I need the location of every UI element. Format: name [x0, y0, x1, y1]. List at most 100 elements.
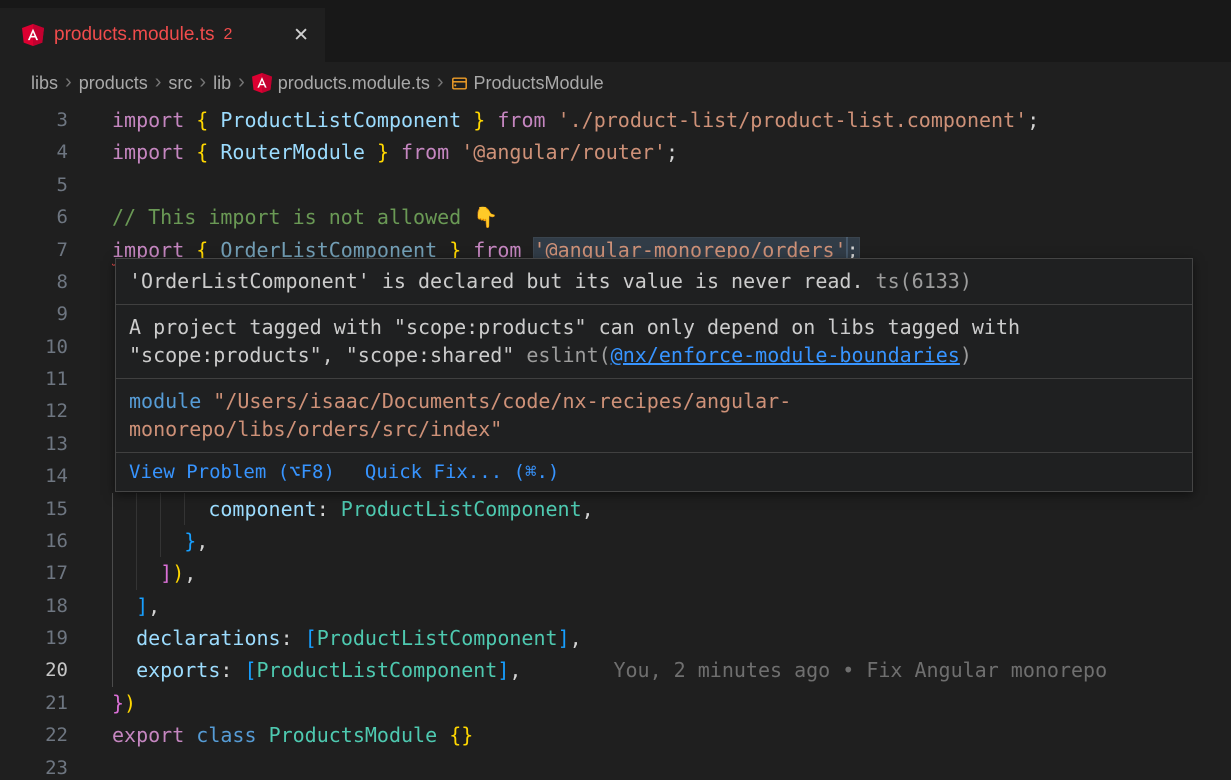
code-token: // This import is not allowed 👇: [112, 205, 498, 229]
line-number[interactable]: 12: [0, 395, 68, 427]
code-token: ProductsModule: [269, 723, 438, 747]
indent-guide: [112, 525, 113, 557]
code-token: [389, 140, 401, 164]
indent-guide: [160, 525, 161, 557]
line-number[interactable]: 6: [0, 201, 68, 233]
close-icon[interactable]: ✕: [289, 22, 313, 49]
view-problem-action[interactable]: View Problem (⌥F8): [129, 460, 335, 484]
code-editor: 3import { ProductListComponent } from '.…: [0, 104, 1231, 780]
line-number[interactable]: 9: [0, 298, 68, 330]
indent-guide: [112, 654, 113, 686]
breadcrumb-label: libs: [31, 73, 58, 94]
code-token: }: [112, 691, 124, 715]
line-number[interactable]: 22: [0, 719, 68, 751]
line-content: declarations: [ProductListComponent],: [112, 622, 1231, 654]
code-token: [: [305, 626, 317, 650]
code-line-15[interactable]: 15 component: ProductListComponent,: [0, 493, 1231, 525]
hover-text: "/Users/isaac/Documents/code/nx-recipes/…: [129, 389, 791, 442]
code-line-4[interactable]: 4 import { RouterModule } from '@angular/…: [0, 136, 1231, 168]
code-token: ,: [184, 561, 196, 585]
code-token: [437, 723, 449, 747]
hover-text: ts(6133): [864, 269, 972, 293]
code-token: '@angular/router': [461, 140, 666, 164]
code-token: ]: [497, 658, 509, 682]
indent-guide: [112, 590, 113, 622]
line-number[interactable]: 10: [0, 331, 68, 363]
vscode-window: products.module.ts 2 ✕ libs›products›src…: [0, 0, 1231, 780]
breadcrumb-item-products[interactable]: products: [74, 73, 153, 94]
code-line-16[interactable]: 16 },: [0, 525, 1231, 557]
line-number[interactable]: 14: [0, 460, 68, 492]
breadcrumb-item-libs[interactable]: libs: [26, 73, 63, 94]
line-number[interactable]: 16: [0, 525, 68, 557]
code-line-21[interactable]: 21}): [0, 687, 1231, 719]
code-line-17[interactable]: 17 ]),: [0, 557, 1231, 589]
line-content: [112, 169, 1231, 201]
hover-text: ): [960, 343, 972, 367]
code-token: {: [196, 108, 208, 132]
code-token: :: [220, 658, 232, 682]
line-content: [112, 752, 1231, 780]
code-token: [257, 723, 269, 747]
code-token: [449, 140, 461, 164]
rule-link[interactable]: @nx/enforce-module-boundaries: [611, 343, 960, 367]
quick-fix-action[interactable]: Quick Fix... (⌘.): [365, 460, 559, 484]
hover-diagnostic: A project tagged with "scope:products" c…: [116, 304, 1192, 378]
code-line-19[interactable]: 19 declarations: [ProductListComponent],: [0, 622, 1231, 654]
line-number[interactable]: 7: [0, 234, 68, 266]
tab-label: products.module.ts: [54, 24, 215, 46]
indent-guide: [112, 493, 113, 525]
code-line-22[interactable]: 22export class ProductsModule {}: [0, 719, 1231, 751]
code-token: from: [497, 108, 545, 132]
angular-icon: [252, 73, 272, 93]
line-number[interactable]: 8: [0, 266, 68, 298]
code-token: ]: [558, 626, 570, 650]
breadcrumb-item-ProductsModule[interactable]: ProductsModule: [446, 73, 609, 94]
line-number[interactable]: 20: [0, 654, 68, 686]
code-token: [112, 626, 136, 650]
code-line-3[interactable]: 3import { ProductListComponent } from '.…: [0, 104, 1231, 136]
breadcrumb-label: ProductsModule: [474, 73, 604, 94]
tab-products-module[interactable]: products.module.ts 2 ✕: [0, 8, 325, 62]
line-number[interactable]: 15: [0, 493, 68, 525]
line-number[interactable]: 19: [0, 622, 68, 654]
code-token: }: [473, 108, 485, 132]
code-line-5[interactable]: 5: [0, 169, 1231, 201]
code-token: ,: [509, 658, 521, 682]
line-content: // This import is not allowed 👇: [112, 201, 1231, 233]
line-number[interactable]: 11: [0, 363, 68, 395]
code-token: [112, 658, 136, 682]
code-token: }: [184, 529, 196, 553]
code-line-18[interactable]: 18 ],: [0, 590, 1231, 622]
code-token: :: [281, 626, 293, 650]
code-token: declarations: [136, 626, 281, 650]
line-content: ]),: [112, 557, 1231, 589]
code-line-20[interactable]: 20 exports: [ProductListComponent],You, …: [0, 654, 1231, 686]
code-token: [112, 594, 136, 618]
indent-guide: [112, 557, 113, 589]
line-number[interactable]: 21: [0, 687, 68, 719]
line-content: import { RouterModule } from '@angular/r…: [112, 136, 1231, 168]
indent-guide: [160, 493, 161, 525]
hover-popup: 'OrderListComponent' is declared but its…: [115, 258, 1193, 492]
line-number[interactable]: 13: [0, 428, 68, 460]
code-token: :: [317, 497, 329, 521]
breadcrumb-item-src[interactable]: src: [163, 73, 197, 94]
line-number[interactable]: 4: [0, 136, 68, 168]
code-line-6[interactable]: 6 // This import is not allowed 👇: [0, 201, 1231, 233]
code-line-23[interactable]: 23: [0, 752, 1231, 780]
line-content: }): [112, 687, 1231, 719]
code-token: ): [124, 691, 136, 715]
line-number[interactable]: 17: [0, 557, 68, 589]
indent-guide: [136, 557, 137, 589]
indent-guide: [136, 525, 137, 557]
code-token: [293, 626, 305, 650]
line-number[interactable]: 18: [0, 590, 68, 622]
breadcrumb-item-lib[interactable]: lib: [208, 73, 236, 94]
line-number[interactable]: 23: [0, 752, 68, 780]
code-token: import: [112, 140, 184, 164]
line-number[interactable]: 5: [0, 169, 68, 201]
breadcrumb-label: products.module.ts: [278, 73, 430, 94]
breadcrumb-item-products.module.ts[interactable]: products.module.ts: [247, 73, 435, 94]
line-number[interactable]: 3: [0, 104, 68, 136]
